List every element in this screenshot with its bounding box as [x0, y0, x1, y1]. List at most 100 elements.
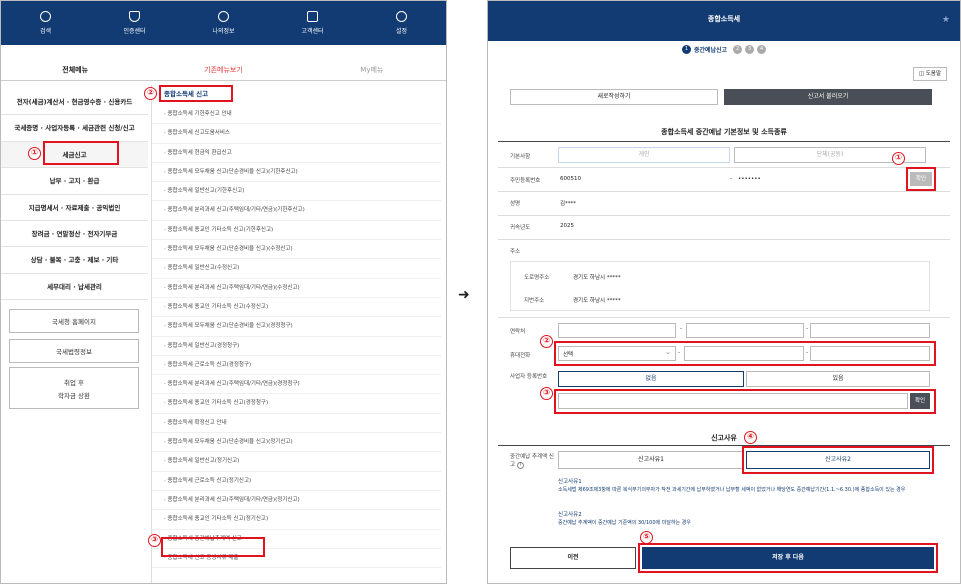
help-icon: ◫ [918, 71, 926, 77]
help-circle-icon[interactable]: ? [516, 462, 524, 469]
nts-homepage-button[interactable]: 국세청 홈페이지 [9, 309, 139, 333]
reason-desc-2: 중간예납 추계액이 중간예납 기준액의 30/100에 미달하는 경우 [558, 520, 691, 526]
highlight-bizno [554, 389, 936, 414]
bizno-none[interactable]: 없음 [558, 371, 744, 387]
student-loan-button[interactable]: 취업 후 학자금 상환 [9, 367, 139, 409]
right-panel: 종합소득세 ★ 1 중간예납신고 2 3 4 ◫ 도움말 새로작성하기 신고서 … [487, 0, 961, 584]
step-indicator: 1 중간예납신고 2 3 4 [488, 41, 960, 57]
reason-title: 신고사유 [711, 434, 737, 442]
marker-2: ② [144, 87, 157, 100]
step-label: 중간예납신고 [693, 46, 728, 54]
submenu-item[interactable]: · 종합소득세 종교인 기타소득 신고(경정청구) [152, 394, 441, 414]
step-4: 4 [757, 44, 767, 54]
reason-label: 중간예납 추계액 신고 ? [510, 454, 554, 469]
year-value: 2025 [560, 223, 574, 229]
menu-item-consult[interactable]: 상담 · 불복 · 고충 · 제보 · 기타 [1, 247, 148, 274]
reason-option-1[interactable]: 신고사유1 [558, 451, 744, 469]
lot-value: 경기도 하남시 ***** [573, 298, 621, 304]
submenu-item[interactable]: · 종합소득세 분리과세 신고(주택임대/기타/연금)(정기신고) [152, 491, 441, 511]
nav-cert[interactable]: 인증센터 [90, 1, 179, 45]
submenu-item[interactable]: · 종합소득세 분리과세 신고(주택임대/기타/연금)(수정신고) [152, 279, 441, 298]
phone-part-2[interactable] [686, 323, 804, 338]
submenu-item[interactable]: · 종합소득세 종교인 기타소득 신고(기한후신고) [152, 221, 441, 241]
new-write-tab[interactable]: 새로작성하기 [510, 89, 718, 105]
speaker-icon [307, 11, 318, 22]
step-1: 1 [681, 44, 691, 54]
tax-law-button[interactable]: 국세법령정보 [9, 339, 139, 363]
marker-4: ④ [744, 431, 757, 444]
rrn-front: 600510 [560, 176, 581, 182]
marker-1-right: ① [892, 152, 905, 165]
main-menu: 전자(세금)계산서 · 현금영수증 · 신용카드 국세증명 · 사업자등록 · … [1, 89, 148, 301]
submenu-item[interactable]: · 종합소득세 모두채움 신고(단순경비율 신고)(수정신고) [152, 240, 441, 260]
road-label: 도로명주소 [524, 275, 550, 281]
submenu-item[interactable]: · 종합소득세 확정신고 안내 [152, 414, 441, 434]
type-individual[interactable]: 개인 [558, 147, 730, 163]
tab-all-menu[interactable]: 전체메뉴 [1, 59, 149, 80]
year-label: 귀속년도 [510, 225, 531, 231]
nav-settings[interactable]: 설정 [357, 1, 446, 45]
name-label: 성명 [510, 201, 521, 207]
submenu-item[interactable]: · 종합소득세 모두채움 신고(단순경비율 신고)(경정청구) [152, 317, 441, 337]
reason-desc-1: 소득세법 제69조제3항에 따른 복식부기의무자가 작전 과세기간에 납부하였거… [558, 487, 906, 493]
tab-legacy-menu[interactable]: 기존메뉴보기 [149, 59, 297, 80]
basic-label: 기본사항 [510, 154, 531, 160]
highlight-interim-report [161, 537, 265, 557]
star-icon[interactable]: ★ [942, 15, 950, 25]
phone-part-3[interactable] [810, 323, 930, 338]
menu-item-statement[interactable]: 지급명세서 · 자료제출 · 공익법인 [1, 195, 148, 221]
rrn-label: 주민등록번호 [510, 178, 541, 184]
left-panel: 검색 인증센터 나의정보 고객센터 설정 전체메뉴 기존메뉴보기 My메뉴 전자… [0, 0, 447, 584]
submenu-item[interactable]: · 종합소득세 분리과세 신고(주택임대/기타/연금)(경정청구) [152, 375, 441, 395]
submenu-item[interactable]: · 종합소득세 근로소득 신고(경정청구) [152, 356, 441, 376]
prev-button[interactable]: 이전 [510, 547, 636, 569]
highlight-confirm [906, 167, 936, 191]
highlight-tax-report [43, 141, 119, 165]
help-button[interactable]: ◫ 도움말 [913, 67, 947, 81]
phone-part-1[interactable] [558, 323, 676, 338]
submenu-item[interactable]: · 종합소득세 모두채움 신고(단순경비율 신고)(정기신고) [152, 433, 441, 453]
menu-item-einvoice[interactable]: 전자(세금)계산서 · 현금영수증 · 신용카드 [1, 89, 148, 116]
submenu-item[interactable]: · 종합소득세 신고도움서비스 [152, 124, 441, 144]
submenu-item[interactable]: · 종합소득세 일반신고(경정청구) [152, 337, 441, 356]
submenu-item[interactable]: · 종합소득세 일반신고(정기신고) [152, 452, 441, 472]
address-label: 주소 [510, 249, 521, 255]
highlight-submenu-title [159, 85, 233, 102]
tab-my-menu[interactable]: My메뉴 [298, 59, 446, 80]
marker-3: ③ [148, 534, 161, 547]
phone-label: 연락처 [510, 329, 526, 335]
name-value: 김**** [560, 201, 577, 207]
marker-3-right: ③ [540, 387, 553, 400]
mobile-label: 휴대전화 [510, 353, 531, 359]
section-title: 종합소득세 중간예납 기본정보 및 소득종류 [661, 128, 787, 136]
menu-item-payment[interactable]: 납부 · 고지 · 환급 [1, 168, 148, 195]
nav-myinfo[interactable]: 나의정보 [179, 1, 268, 45]
submenu-item[interactable]: · 종합소득세 일반신고(수정신고) [152, 259, 441, 279]
menu-item-certificate[interactable]: 국세증명 · 사업자등록 · 세금관련 신청/신고 [1, 115, 148, 142]
menu-item-agent[interactable]: 세무대리 · 납세관리 [1, 274, 148, 301]
load-report-tab[interactable]: 신고서 불러오기 [724, 89, 932, 105]
submenu-item[interactable]: · 종합소득세 종교인 기타소득 신고(정기신고) [152, 510, 441, 530]
rrn-sep: - [730, 176, 732, 182]
submenu-item[interactable]: · 종합소득세 일반신고(기한후신고) [152, 182, 441, 202]
gear-icon [396, 11, 407, 22]
submenu-item[interactable]: · 종합소득세 현금익 환급신고 [152, 144, 441, 163]
nav-search[interactable]: 검색 [1, 1, 90, 45]
submenu-item[interactable]: · 종합소득세 근로소득 신고(정기신고) [152, 472, 441, 491]
bizno-exists[interactable]: 있음 [746, 371, 930, 387]
person-icon [218, 11, 229, 22]
menu-item-incentive[interactable]: 장려금 · 연말정산 · 전자기부금 [1, 221, 148, 248]
nav-support[interactable]: 고객센터 [268, 1, 357, 45]
shield-icon [129, 11, 140, 22]
submenu-item[interactable]: · 종합소득세 종교인 기타소득 신고(수정신고) [152, 298, 441, 318]
search-icon [40, 11, 51, 22]
submenu-item[interactable]: · 종합소득세 기한후신고 안내 [152, 105, 441, 125]
arrow-icon: ➜ [458, 287, 470, 303]
top-nav: 검색 인증센터 나의정보 고객센터 설정 [1, 1, 446, 45]
marker-5: ⑤ [640, 531, 653, 544]
highlight-save-next [638, 543, 938, 573]
submenu: 종합소득세 신고 · 종합소득세 기한후신고 안내 · 종합소득세 신고도움서비스… [151, 85, 441, 583]
submenu-item[interactable]: · 종합소득세 분리과세 신고(주택임대/기타/연금)(기한후신고) [152, 201, 441, 221]
submenu-item[interactable]: · 종합소득세 모두채움 신고(단순경비율 신고)(기한후신고) [152, 163, 441, 183]
highlight-reason-2 [742, 446, 934, 474]
